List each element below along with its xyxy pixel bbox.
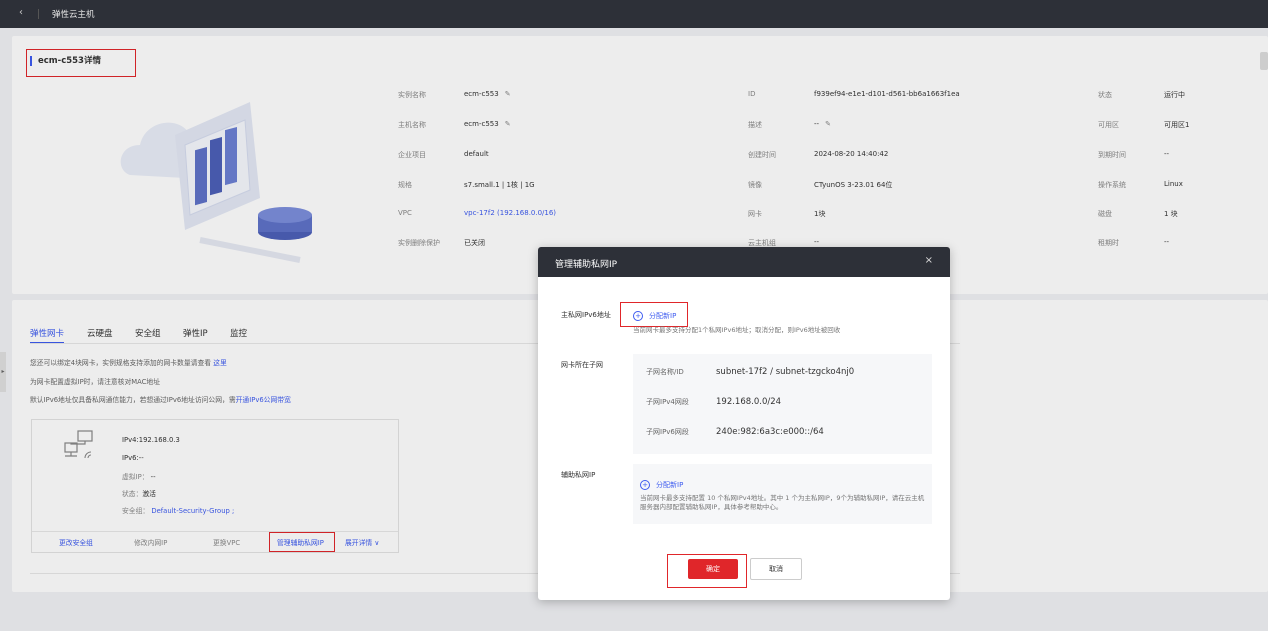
manage-secondary-ip-dialog: 管理辅助私网IP × 主私网IPv6地址 + 分配新IP 当前网卡最多支持分配1个… [538, 247, 950, 600]
subnet-label: 网卡所在子网 [561, 361, 603, 369]
secondary-ip-label: 辅助私网IP [561, 471, 596, 479]
cancel-button[interactable]: 取消 [750, 558, 802, 580]
dialog-title: 管理辅助私网IP [555, 260, 618, 270]
dialog-header: 管理辅助私网IP × [538, 247, 950, 277]
subnet-ipv6-row: 子网IPv6网段 240e:982:6a3c:e000::/64 [646, 427, 824, 437]
page-breadcrumb[interactable]: 弹性云主机 [52, 8, 95, 20]
back-icon[interactable]: ‹ [19, 7, 23, 18]
subnet-name-row: 子网名称/ID subnet-17f2 / subnet-tzgcko4nj0 [646, 367, 855, 377]
close-icon[interactable]: × [925, 255, 933, 266]
assign-secondary-ip-button[interactable]: + 分配新IP [640, 480, 683, 490]
top-bar: ‹ 弹性云主机 [0, 0, 1268, 28]
divider [38, 9, 39, 19]
ipv6-hint: 当前网卡最多支持分配1个私网IPv6地址；取消分配，则IPv6地址被回收 [633, 326, 841, 334]
highlight-box [667, 554, 747, 588]
subnet-info-box: 子网名称/ID subnet-17f2 / subnet-tzgcko4nj0 子… [633, 354, 932, 454]
secondary-ip-box: + 分配新IP 当前网卡最多支持配置 10 个私网IPv4地址。其中 1 个为主私… [633, 464, 932, 524]
ipv6-label: 主私网IPv6地址 [561, 311, 611, 319]
secondary-ip-hint: 当前网卡最多支持配置 10 个私网IPv4地址。其中 1 个为主私网IP，9个为… [640, 494, 925, 511]
highlight-box [620, 302, 688, 327]
subnet-ipv4-row: 子网IPv4网段 192.168.0.0/24 [646, 397, 782, 407]
plus-circle-icon: + [640, 480, 650, 490]
